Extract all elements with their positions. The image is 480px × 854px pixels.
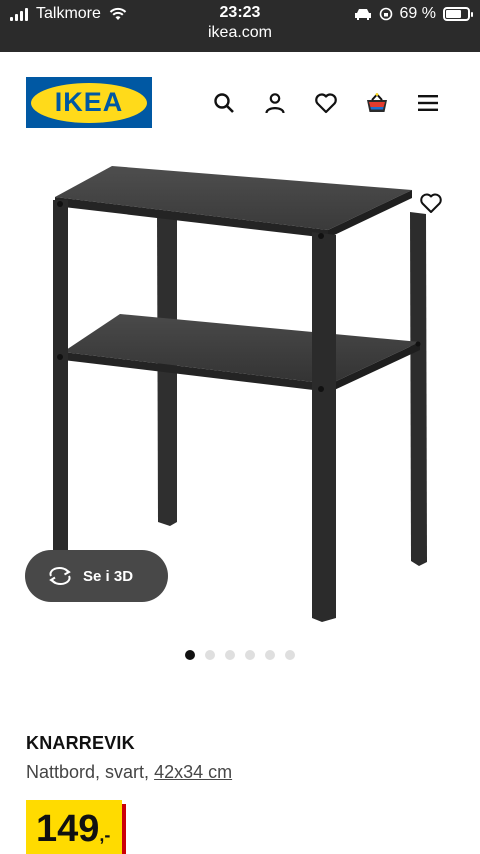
battery-percent: 69 % (399, 5, 436, 22)
status-bar: Talkmore 23:23 ikea.com 69 % (0, 0, 480, 52)
rotate-3d-icon (49, 567, 71, 585)
price-tag: 149,- (26, 800, 123, 854)
menu-icon (418, 95, 438, 111)
pagination-dot-4[interactable] (245, 650, 255, 660)
wishlist-button[interactable] (313, 90, 339, 116)
heart-icon (315, 93, 337, 114)
pagination-dot-2[interactable] (205, 650, 215, 660)
view-3d-button[interactable]: Se i 3D (25, 550, 168, 602)
pagination-dot-5[interactable] (265, 650, 275, 660)
search-icon (214, 93, 234, 113)
menu-button[interactable] (415, 90, 441, 116)
user-icon (265, 93, 285, 114)
heart-outline-icon (420, 193, 442, 213)
battery-icon (443, 7, 473, 21)
pagination-dot-3[interactable] (225, 650, 235, 660)
price-amount: 149 (36, 808, 100, 850)
cart-icon (367, 93, 387, 112)
gallery-pagination (0, 650, 480, 660)
logo-text: IKEA (54, 87, 124, 117)
product-type: Nattbord, svart, (26, 762, 150, 782)
pagination-dot-6[interactable] (285, 650, 295, 660)
site-header: IKEA (0, 52, 480, 152)
view-3d-label: Se i 3D (83, 567, 134, 585)
price-suffix: ,- (99, 825, 111, 845)
product-name: KNARREVIK (26, 733, 135, 753)
pagination-dot-1[interactable] (185, 650, 195, 660)
status-right: 69 % (354, 5, 473, 23)
orientation-lock-icon (379, 7, 392, 21)
account-button[interactable] (262, 90, 288, 116)
car-icon (354, 9, 371, 20)
search-button[interactable] (211, 90, 237, 116)
cart-button[interactable] (364, 90, 390, 116)
favorite-button[interactable] (416, 188, 446, 218)
ikea-logo[interactable]: IKEA (26, 77, 152, 128)
product-size-link[interactable]: 42x34 cm (154, 762, 232, 782)
url-bar[interactable]: ikea.com (0, 24, 480, 42)
product-description: Nattbord, svart, 42x34 cm (26, 762, 232, 783)
logo-oval: IKEA (31, 82, 147, 123)
